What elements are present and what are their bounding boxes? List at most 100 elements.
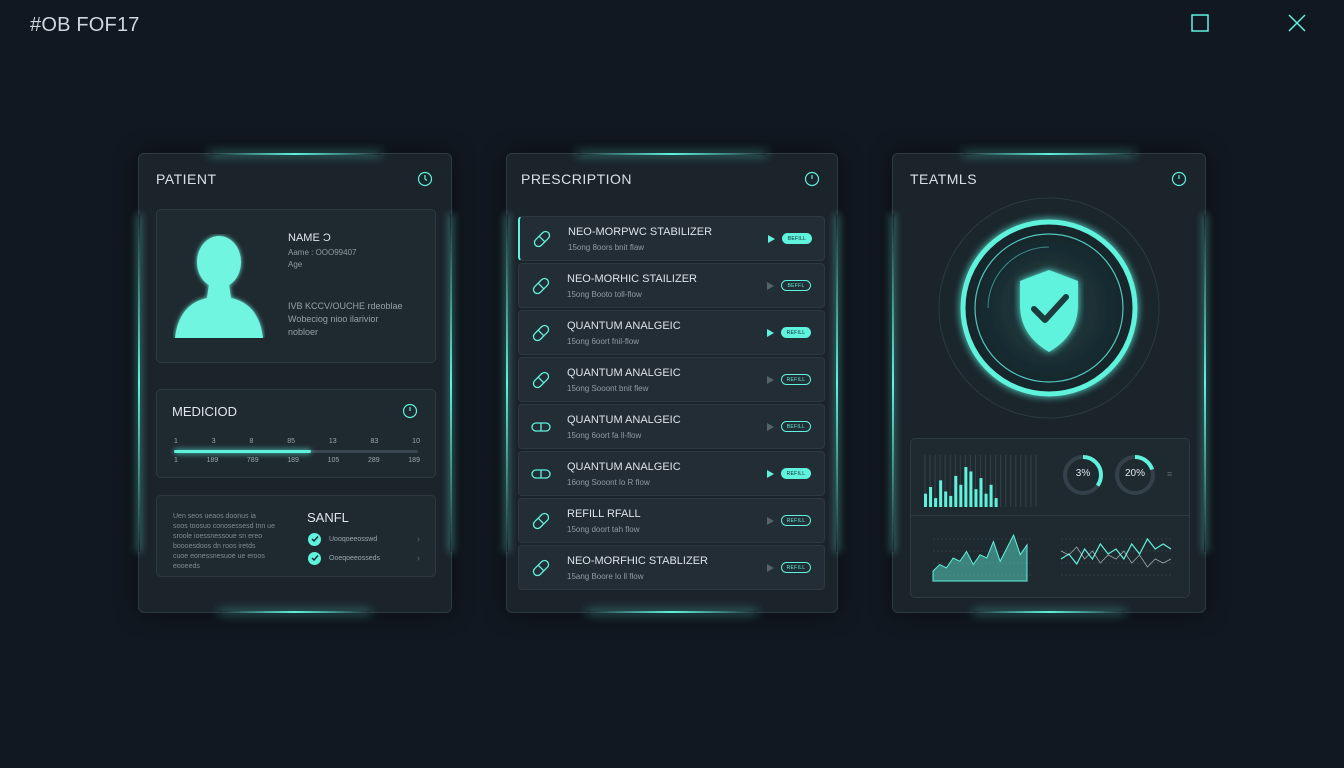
line-series [1060, 546, 1172, 568]
prescription-name: NEO-MORFHIC STABLIZER [567, 555, 708, 567]
pill-icon [532, 324, 550, 342]
clock-icon[interactable] [1171, 171, 1187, 187]
patient-panel-title: PATIENT [156, 171, 217, 187]
scale-tick: 189 [287, 457, 299, 464]
refill-button[interactable]: REFILL [781, 327, 811, 338]
play-icon[interactable] [767, 282, 774, 290]
sanfl-check-label: Uooqoeeosswd [329, 535, 378, 543]
medication-card: MEDICIOD 1 3 8 85 13 83 10 1 189 789 189… [156, 389, 436, 478]
bar [994, 498, 998, 507]
panel-glow [892, 214, 894, 552]
pill-icon [532, 371, 550, 389]
pill-icon [533, 230, 551, 248]
sanfl-check-item[interactable]: Ooeqoeeosseds › [308, 551, 420, 565]
scale-tick: 10 [412, 438, 420, 445]
play-icon[interactable] [767, 517, 774, 525]
prescription-panel: PRESCRIPTION NEO-MORPWC STABILIZER 15ong … [506, 153, 838, 613]
more-icon[interactable]: ≡ [1167, 469, 1172, 479]
sanfl-text-line: eooeeds [173, 563, 200, 570]
maximize-icon[interactable] [1189, 12, 1211, 34]
sanfl-card: Uen seos ueaos doonus ia soos toosuo con… [156, 495, 436, 577]
play-icon[interactable] [767, 376, 774, 384]
play-icon[interactable] [768, 235, 775, 243]
prescription-item[interactable]: NEO-MORHIC STAILIZER 15ong Booto toll-flo… [518, 263, 825, 308]
bar [984, 493, 988, 507]
prescription-item[interactable]: REFILL RFALL 15ong doort tah flow REFILL [518, 498, 825, 543]
chevron-right-icon: › [417, 553, 420, 563]
refill-button[interactable]: REFILL [781, 562, 811, 573]
pill-icon [532, 512, 550, 530]
medication-title: MEDICIOD [172, 404, 237, 419]
bar [924, 493, 928, 507]
scale-tick: 189 [408, 457, 420, 464]
prescription-item[interactable]: QUANTUM ANALGEIC 15ong 6oort fnil-flow REF… [518, 310, 825, 355]
prescription-detail: 15ang Boore lo ll flow [567, 572, 644, 581]
prescription-item[interactable]: QUANTUM ANALGEIC 16ong Sooont lo R flow RE… [518, 451, 825, 496]
sanfl-text-line: soos toosuo conosessesd tnn ue [173, 523, 275, 530]
bar [949, 495, 953, 507]
patient-note-line: nobloer [288, 327, 319, 337]
refill-button[interactable]: BEFILL [781, 421, 811, 432]
medication-scale-top: 1 3 8 85 13 83 10 [174, 438, 420, 445]
bar-chart [924, 455, 1037, 507]
scale-tick: 3 [211, 438, 216, 445]
clock-icon[interactable] [417, 171, 433, 187]
panel-glow [450, 214, 452, 552]
refill-button[interactable]: BEFFL [781, 280, 811, 291]
prescription-item[interactable]: NEO-MORFHIC STABLIZER 15ang Boore lo ll f… [518, 545, 825, 590]
prescription-name: QUANTUM ANALGEIC [567, 461, 681, 473]
area-chart [932, 533, 1031, 582]
close-icon[interactable] [1286, 12, 1308, 34]
prescription-name: QUANTUM ANALGEIC [567, 414, 681, 426]
sanfl-text-line: Uen seos ueaos doonus ia [173, 513, 256, 520]
sanfl-title: SANFL [307, 510, 349, 525]
scale-tick: 83 [370, 438, 379, 445]
avatar [175, 236, 263, 338]
play-icon[interactable] [767, 564, 774, 572]
scale-tick: 1 [174, 438, 178, 445]
clock-icon[interactable] [804, 171, 820, 187]
teatmls-panel: TEATMLS 3% 20% ≡ [892, 153, 1206, 613]
prescription-item[interactable]: NEO-MORPWC STABILIZER 15ong 8oors bnit fl… [518, 216, 825, 261]
panel-glow [138, 214, 140, 552]
prescription-detail: 15ong 8oors bnit flaw [568, 243, 645, 252]
prescription-item[interactable]: QUANTUM ANALGEIC 15ong Sooont bnit flew RE… [518, 357, 825, 402]
play-icon[interactable] [767, 470, 774, 478]
sanfl-text-line: boooesdoos dn roos iretds [173, 543, 256, 550]
refill-button[interactable]: REFILL [781, 468, 811, 479]
patient-name-label: NAME Ɔ [288, 232, 331, 244]
play-icon[interactable] [767, 329, 774, 337]
refill-button[interactable]: BEFILL [782, 233, 812, 244]
bar [939, 480, 943, 507]
check-icon [308, 532, 321, 546]
patient-panel: PATIENT NAME Ɔ Aame : OOO99407 Age IVB K… [138, 153, 452, 613]
medication-scale-bottom: 1 189 789 189 105 289 189 [174, 457, 420, 464]
prescription-detail: 15ong Sooont bnit flew [567, 384, 649, 393]
chevron-right-icon: › [417, 534, 420, 544]
prescription-name: NEO-MORHIC STAILIZER [567, 273, 697, 285]
clock-icon[interactable] [402, 403, 418, 419]
prescription-detail: 15ong doort tah flow [567, 525, 640, 534]
refill-button[interactable]: REFILL [781, 374, 811, 385]
bar [929, 487, 933, 507]
sanfl-text-line: sroole ioessnessoue sn ereo [173, 533, 263, 540]
medication-slider-fill [174, 450, 311, 453]
bar [974, 489, 978, 507]
prescription-name: QUANTUM ANALGEIC [567, 320, 681, 332]
capsule-icon [531, 469, 551, 479]
sanfl-check-item[interactable]: Uooqoeeosswd › [308, 532, 420, 546]
bar [959, 484, 963, 507]
pill-icon [532, 559, 550, 577]
area-series [932, 533, 1028, 582]
prescription-name: QUANTUM ANALGEIC [567, 367, 681, 379]
bar [989, 484, 993, 507]
check-icon [308, 551, 321, 565]
prescription-item[interactable]: QUANTUM ANALGEIC 15ong 6oort fa ll-flow BE… [518, 404, 825, 449]
refill-button[interactable]: REFILL [781, 515, 811, 526]
panel-glow [1204, 214, 1206, 552]
security-status [938, 197, 1160, 419]
medication-slider[interactable] [174, 450, 418, 453]
panel-glow [836, 214, 838, 552]
play-icon[interactable] [767, 423, 774, 431]
line-chart [1060, 537, 1173, 576]
